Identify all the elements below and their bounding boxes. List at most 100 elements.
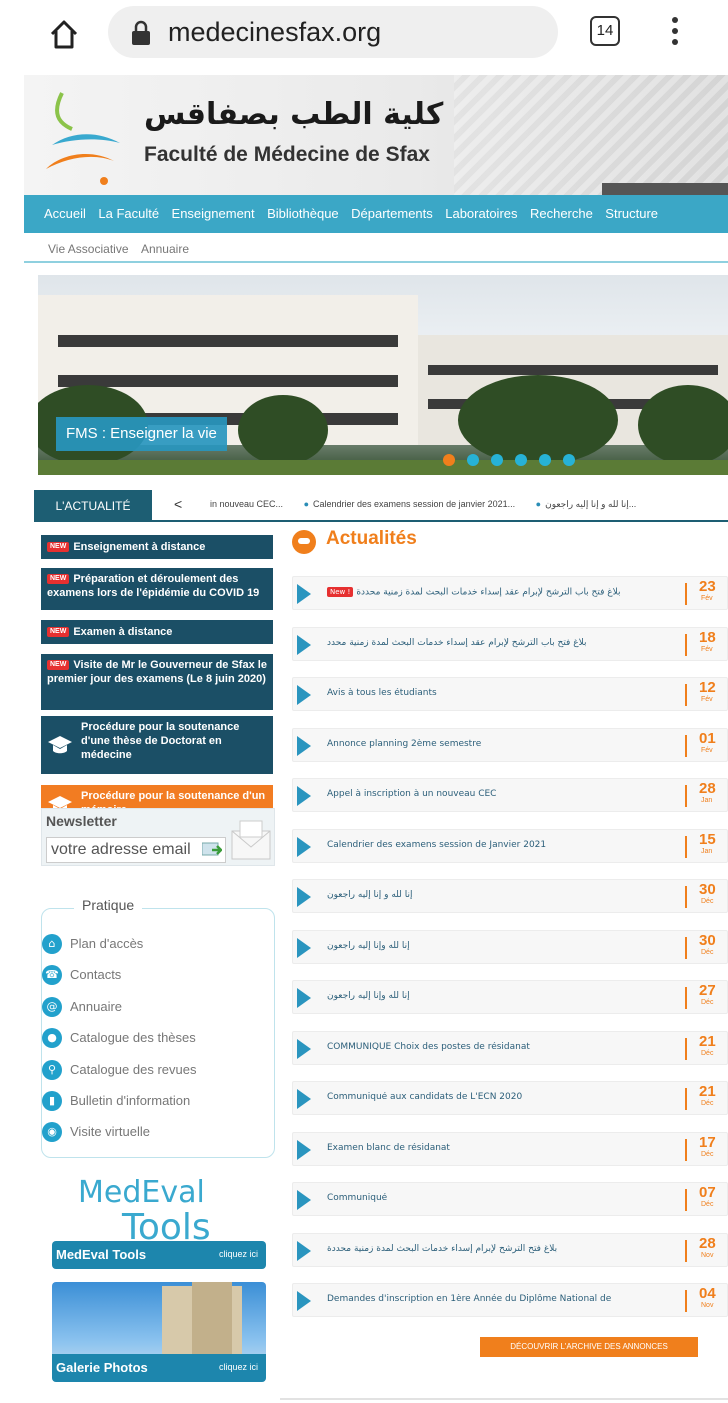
news-item[interactable]: Avis à tous les étudiants 12 Fév	[292, 677, 728, 711]
ticker-prev-arrow[interactable]: <	[174, 496, 182, 512]
nav-la-faculte[interactable]: La Faculté	[98, 195, 159, 233]
news-item-title[interactable]: Appel à inscription à un nouveau CEC	[327, 789, 681, 799]
news-item-title[interactable]: Communiqué	[327, 1193, 681, 1203]
nav-accueil[interactable]: Accueil	[44, 195, 86, 233]
news-item-title[interactable]: إنا لله وإنا إليه راجعون	[327, 941, 681, 951]
send-icon[interactable]	[202, 841, 222, 859]
galerie-cta[interactable]: cliquez ici	[219, 1362, 258, 1372]
ticker-item[interactable]: إنا لله و إنا إليه راجعون...	[545, 499, 636, 509]
nav-departements[interactable]: Départements	[351, 195, 433, 233]
news-item-title[interactable]: إنا لله وإنا إليه راجعون	[327, 991, 681, 1001]
news-item[interactable]: إنا لله وإنا إليه راجعون 30 Déc	[292, 930, 728, 964]
archive-button[interactable]: DÉCOUVRIR L'ARCHIVE DES ANNONCES	[480, 1337, 698, 1357]
news-item[interactable]: Appel à inscription à un nouveau CEC 28 Ja…	[292, 778, 728, 812]
news-item-title[interactable]: Communiqué aux candidats de L'ECN 2020	[327, 1092, 681, 1102]
news-item[interactable]: إنا لله و إنا إليه راجعون 30 Déc	[292, 879, 728, 913]
date-separator	[685, 937, 687, 959]
news-item-month: Déc	[701, 1100, 714, 1107]
slider-dot[interactable]	[515, 454, 527, 466]
sidebar-link-these-doctorat[interactable]: Procédure pour la soutenance d'une thèse…	[41, 716, 273, 774]
news-item-title[interactable]: إنا لله و إنا إليه راجعون	[327, 890, 681, 900]
news-item[interactable]: Communiqué aux candidats de L'ECN 2020 21…	[292, 1081, 728, 1115]
address-bar[interactable]: medecinesfax.org	[108, 6, 558, 58]
news-item[interactable]: إنا لله وإنا إليه راجعون 27 Déc	[292, 980, 728, 1014]
news-item[interactable]: Annonce planning 2ème semestre 01 Fév	[292, 728, 728, 762]
news-item-month: Déc	[701, 949, 714, 956]
news-item-day: 18	[699, 629, 716, 646]
nav-structure[interactable]: Structure	[605, 195, 658, 233]
user-icon: ●	[42, 1028, 62, 1048]
sidebar-link-examen-distance[interactable]: NEW Examen à distance	[41, 620, 273, 644]
news-item[interactable]: Communiqué 07 Déc	[292, 1182, 728, 1216]
sidebar-link-label: Procédure pour la soutenance d'une thèse…	[81, 721, 240, 761]
speech-bubble-icon	[292, 530, 316, 554]
nav-recherche[interactable]: Recherche	[530, 195, 593, 233]
slider-dot[interactable]	[467, 454, 479, 466]
play-arrow-icon	[297, 1291, 311, 1311]
news-item-month: Fév	[701, 595, 713, 602]
nav-laboratoires[interactable]: Laboratoires	[445, 195, 517, 233]
news-item-text: Calendrier des examens session de Janvie…	[327, 840, 547, 850]
nav-enseignement[interactable]: Enseignement	[172, 195, 255, 233]
medeval-bar: MedEval Tools cliquez ici	[52, 1241, 266, 1269]
home-icon: ⌂	[42, 934, 62, 954]
medeval-cta[interactable]: cliquez ici	[219, 1249, 258, 1259]
news-item-title[interactable]: New ! بلاغ فتح باب الترشح لإبرام عقد إسدا…	[327, 587, 681, 598]
galerie-photos-banner[interactable]: Galerie Photos cliquez ici	[52, 1282, 266, 1382]
news-item-text: بلاغ فتح باب الترشح لإبرام عقد إسداء خدم…	[356, 587, 621, 598]
sidebar-link-visite-gouverneur[interactable]: NEW Visite de Mr le Gouverneur de Sfax le…	[41, 654, 273, 710]
news-item-text: Demandes d'inscription en 1ère Année du …	[327, 1294, 612, 1304]
news-item-text: COMMUNIQUE Choix des postes de résidanat	[327, 1042, 530, 1052]
slider-dot[interactable]	[539, 454, 551, 466]
news-item[interactable]: Demandes d'inscription en 1ère Année du …	[292, 1283, 728, 1317]
sidebar-link-label: Visite de Mr le Gouverneur de Sfax le pr…	[47, 659, 267, 685]
date-separator	[685, 583, 687, 605]
sidebar-link-enseignement-distance[interactable]: NEW Enseignement à distance	[41, 535, 273, 559]
slider-dot[interactable]	[491, 454, 503, 466]
slider-dot[interactable]	[443, 454, 455, 466]
news-item-title[interactable]: COMMUNIQUE Choix des postes de résidanat	[327, 1042, 681, 1052]
nav-vie-associative[interactable]: Vie Associative	[48, 233, 129, 265]
bullet-icon: ●	[535, 499, 542, 509]
news-item-title[interactable]: Examen blanc de résidanat	[327, 1143, 681, 1153]
news-item-day: 12	[699, 679, 716, 696]
sidebar-link-covid-exams[interactable]: NEW Préparation et déroulement des examen…	[41, 568, 273, 610]
hero-slider[interactable]: FMS : Enseigner la vie	[38, 275, 728, 475]
divider	[280, 1398, 728, 1400]
news-item-month: Déc	[701, 1201, 714, 1208]
news-item[interactable]: New ! بلاغ فتح باب الترشح لإبرام عقد إسدا…	[292, 576, 728, 610]
home-icon[interactable]	[44, 14, 84, 54]
news-item[interactable]: بلاغ فتح باب الترشح لإبرام عقد إسداء خدم…	[292, 627, 728, 661]
date-separator	[685, 684, 687, 706]
news-item[interactable]: بلاغ فتح الترشح لإبرام إسداء خدمات البحث…	[292, 1233, 728, 1267]
news-item-title[interactable]: Avis à tous les étudiants	[327, 688, 681, 698]
nav-bibliotheque[interactable]: Bibliothèque	[267, 195, 339, 233]
news-item-text: Communiqué	[327, 1193, 388, 1203]
ticker-item[interactable]: in nouveau CEC...	[210, 499, 283, 509]
slider-dot[interactable]	[563, 454, 575, 466]
news-item-title[interactable]: Annonce planning 2ème semestre	[327, 739, 681, 749]
nav-annuaire[interactable]: Annuaire	[141, 233, 189, 265]
overflow-menu-icon[interactable]	[660, 14, 690, 50]
tabs-count-button[interactable]: 14	[590, 16, 620, 46]
news-item-title[interactable]: Demandes d'inscription en 1ère Année du …	[327, 1294, 681, 1304]
news-item-day: 28	[699, 1235, 716, 1252]
newsletter-email-input[interactable]: votre adresse email	[46, 837, 226, 863]
news-item[interactable]: Examen blanc de résidanat 17 Déc	[292, 1132, 728, 1166]
news-item-title[interactable]: بلاغ فتح الترشح لإبرام إسداء خدمات البحث…	[327, 1244, 681, 1254]
news-item[interactable]: Calendrier des examens session de Janvie…	[292, 829, 728, 863]
date-separator	[685, 987, 687, 1009]
play-arrow-icon	[297, 736, 311, 756]
faculty-logo[interactable]	[32, 83, 128, 191]
play-arrow-icon	[297, 584, 311, 604]
ticker-item[interactable]: Calendrier des examens session de janvie…	[313, 499, 515, 509]
news-item-title[interactable]: Calendrier des examens session de Janvie…	[327, 840, 681, 850]
slider-caption[interactable]: FMS : Enseigner la vie	[56, 417, 227, 451]
date-separator	[685, 634, 687, 656]
news-item-title[interactable]: بلاغ فتح باب الترشح لإبرام عقد إسداء خدم…	[327, 638, 681, 648]
medeval-tools-banner[interactable]: MedEval Tools MedEval Tools cliquez ici	[52, 1175, 266, 1271]
news-item-day: 21	[699, 1033, 716, 1050]
news-item[interactable]: COMMUNIQUE Choix des postes de résidanat…	[292, 1031, 728, 1065]
news-item-day: 04	[699, 1285, 716, 1302]
site-header: كلية الطب بصفاقس Faculté de Médecine de …	[24, 75, 728, 195]
